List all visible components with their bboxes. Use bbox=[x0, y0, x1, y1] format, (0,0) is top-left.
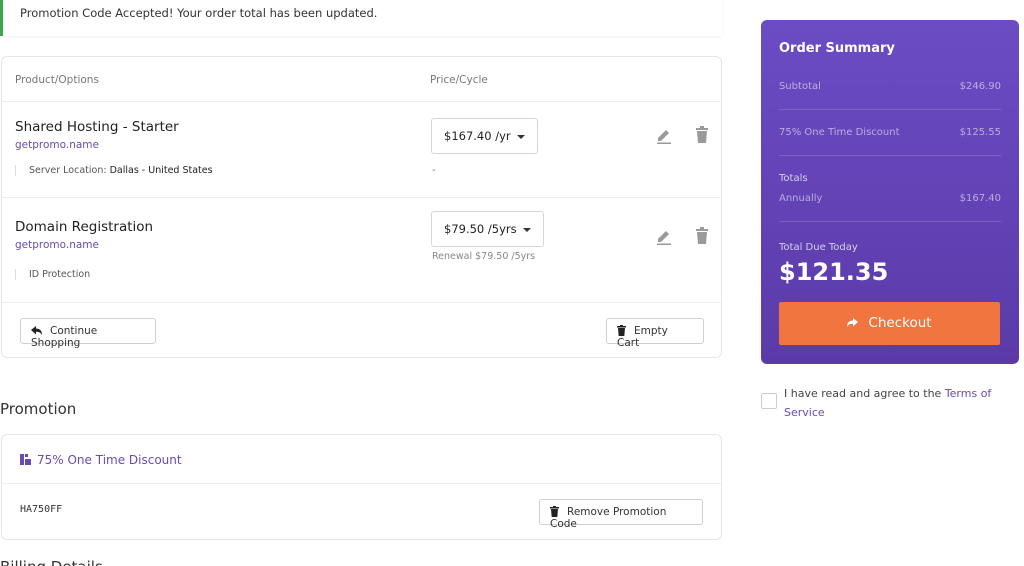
billing-cycle-select[interactable]: $167.40 /yr bbox=[431, 118, 538, 154]
promotion-discount: 75% One Time Discount bbox=[2, 435, 721, 484]
annually-value: $167.40 bbox=[959, 193, 1001, 204]
total-due-value: $121.35 bbox=[779, 258, 889, 286]
discount-label: 75% One Time Discount bbox=[37, 453, 182, 467]
arrow-right-icon bbox=[847, 318, 859, 327]
totals-label: Totals bbox=[779, 173, 808, 184]
continue-shopping-button[interactable]: Continue Shopping bbox=[20, 318, 156, 349]
column-header-price: Price/Cycle bbox=[430, 74, 488, 86]
trash-icon bbox=[550, 506, 559, 517]
item-domain: getpromo.name bbox=[15, 239, 99, 251]
billing-cycle-value: $79.50 /5yrs bbox=[444, 222, 517, 236]
trash-icon[interactable] bbox=[694, 126, 710, 144]
checkout-label: Checkout bbox=[868, 315, 932, 331]
item-domain: getpromo.name bbox=[15, 139, 99, 151]
billing-cycle-value: $167.40 /yr bbox=[444, 129, 511, 143]
option-price: - bbox=[432, 165, 436, 176]
total-due-label: Total Due Today bbox=[779, 242, 858, 253]
discount-row: 75% One Time Discount $125.55 bbox=[779, 127, 1001, 138]
edit-icon[interactable] bbox=[656, 227, 672, 245]
divider bbox=[779, 109, 1001, 110]
edit-icon[interactable] bbox=[656, 126, 672, 144]
caret-down-icon bbox=[522, 227, 531, 232]
trash-icon[interactable] bbox=[694, 227, 710, 245]
annually-row: Annually $167.40 bbox=[779, 193, 1001, 204]
tag-icon bbox=[20, 454, 31, 465]
billing-cycle-select[interactable]: $79.50 /5yrs bbox=[431, 211, 544, 247]
subtotal-value: $246.90 bbox=[959, 81, 1001, 92]
terms-prefix: I have read and agree to the bbox=[784, 387, 945, 400]
terms-text: I have read and agree to the Terms of Se… bbox=[784, 384, 1004, 422]
renewal-price: Renewal $79.50 /5yrs bbox=[432, 251, 536, 262]
option-label: Server Location: bbox=[29, 165, 107, 176]
subtotal-label: Subtotal bbox=[779, 81, 821, 92]
discount-value: $125.55 bbox=[959, 127, 1001, 138]
caret-down-icon bbox=[516, 134, 525, 139]
annually-label: Annually bbox=[779, 193, 823, 204]
column-header-product: Product/Options bbox=[15, 74, 99, 86]
item-name: Shared Hosting - Starter bbox=[15, 119, 179, 135]
billing-heading: Billing Details bbox=[0, 558, 103, 566]
item-name: Domain Registration bbox=[15, 219, 154, 235]
option-value: Dallas - United States bbox=[109, 165, 213, 176]
cart-item: Shared Hosting - Starter getpromo.name S… bbox=[2, 102, 721, 198]
option-label: ID Protection bbox=[29, 269, 91, 280]
subtotal-row: Subtotal $246.90 bbox=[779, 81, 1001, 92]
terms-checkbox[interactable] bbox=[761, 393, 777, 409]
alert-text: Promotion Code Accepted! Your order tota… bbox=[20, 6, 378, 20]
remove-promotion-button[interactable]: Remove Promotion Code bbox=[539, 499, 703, 530]
item-option: ID Protection bbox=[15, 269, 90, 280]
summary-title: Order Summary bbox=[779, 41, 895, 56]
cart-table: Product/Options Price/Cycle Shared Hosti… bbox=[1, 56, 722, 358]
checkout-button[interactable]: Checkout bbox=[779, 302, 1000, 345]
cart-header: Product/Options Price/Cycle bbox=[2, 57, 721, 102]
divider bbox=[779, 155, 1001, 156]
cart-item: Domain Registration getpromo.name ID Pro… bbox=[2, 198, 721, 303]
order-summary: Order Summary Subtotal $246.90 75% One T… bbox=[761, 20, 1019, 364]
item-option: Server Location: Dallas - United States bbox=[15, 165, 213, 176]
promotion-panel: 75% One Time Discount HA750FF Remove Pro… bbox=[1, 434, 722, 540]
promotion-heading: Promotion bbox=[0, 400, 77, 418]
divider bbox=[779, 221, 1001, 222]
promotion-code: HA750FF bbox=[20, 504, 63, 515]
remove-promotion-label: Remove Promotion Code bbox=[550, 506, 667, 530]
promo-success-alert: Promotion Code Accepted! Your order tota… bbox=[0, 0, 722, 36]
cart-footer: Continue Shopping Empty Cart bbox=[2, 303, 721, 358]
reply-arrow-icon bbox=[31, 326, 42, 335]
empty-cart-button[interactable]: Empty Cart bbox=[606, 318, 704, 349]
trash-icon bbox=[617, 325, 626, 336]
discount-label: 75% One Time Discount bbox=[779, 127, 900, 138]
